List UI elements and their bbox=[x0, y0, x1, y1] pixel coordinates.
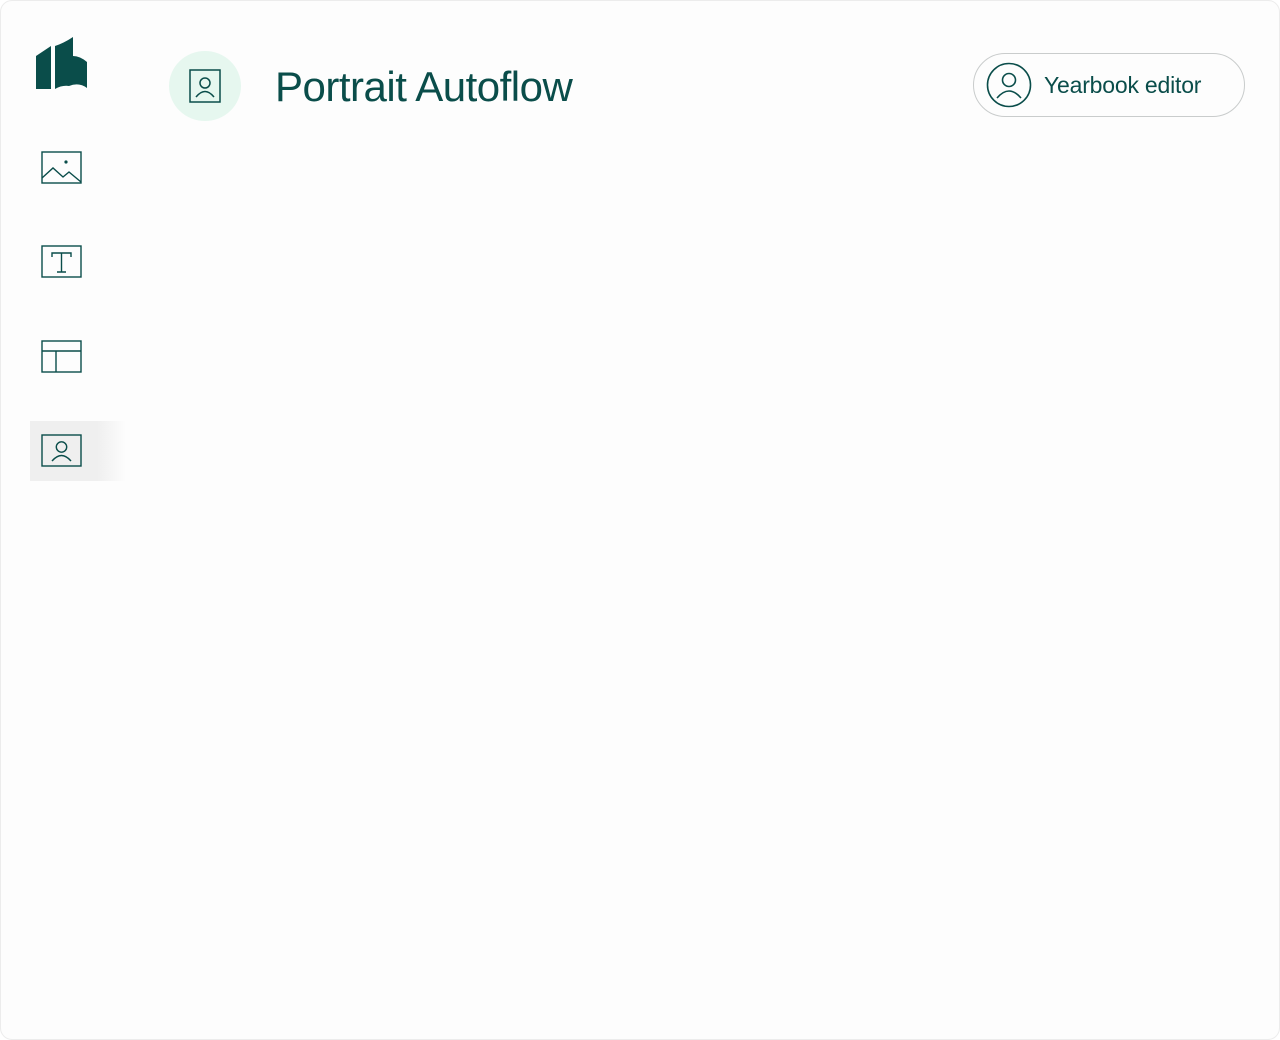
layout-icon bbox=[41, 340, 83, 374]
image-icon bbox=[41, 151, 83, 185]
portrait-icon bbox=[41, 434, 83, 468]
user-avatar-icon bbox=[986, 62, 1032, 108]
sidebar-item-text[interactable] bbox=[30, 232, 126, 292]
portrait-icon bbox=[188, 68, 222, 104]
sidebar-item-images[interactable] bbox=[30, 138, 126, 198]
sidebar-item-portraits[interactable] bbox=[30, 421, 126, 481]
user-role-label: Yearbook editor bbox=[1044, 71, 1202, 98]
header-portrait-badge bbox=[169, 51, 241, 121]
app-window: Portrait Autoflow Yearbook editor bbox=[0, 0, 1280, 1040]
sidebar-item-layouts[interactable] bbox=[30, 327, 126, 387]
brand-logo-icon[interactable] bbox=[35, 36, 89, 90]
text-icon bbox=[41, 245, 83, 279]
page-title: Portrait Autoflow bbox=[275, 63, 573, 110]
user-menu-button[interactable]: Yearbook editor bbox=[973, 53, 1245, 117]
